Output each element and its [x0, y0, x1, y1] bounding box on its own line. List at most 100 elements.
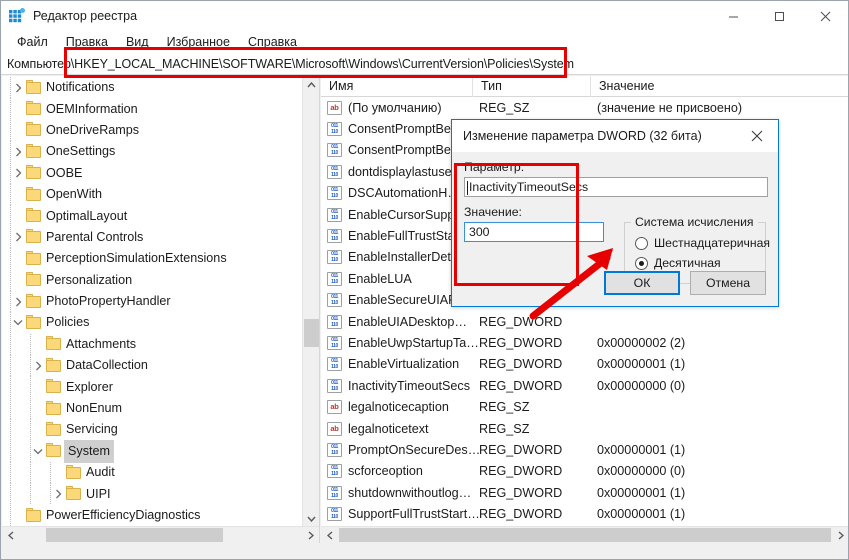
tree-item-label: OneDriveRamps	[46, 122, 140, 137]
tree-item-powerefficiencydiagnostics[interactable]: PowerEfficiencyDiagnostics	[2, 504, 302, 527]
registry-value-row[interactable]: EnableUwpStartupTa…REG_DWORD 0x00000002 (…	[321, 332, 848, 353]
tree-item-photopropertyhandler[interactable]: PhotoPropertyHandler	[2, 290, 302, 313]
list-hscroll-thumb[interactable]	[339, 528, 831, 542]
tree-scroll-thumb[interactable]	[304, 319, 319, 347]
tree-no-chevron	[50, 462, 66, 483]
value-data-cell: 0x00000001 (1)	[597, 485, 686, 500]
tree-item-policies[interactable]: Policies	[2, 312, 302, 334]
registry-tree-pane: Notifications OEMInformation OneDriveRamps…	[2, 76, 320, 543]
tree-horizontal-scrollbar[interactable]	[2, 526, 319, 543]
minimize-button[interactable]	[710, 1, 756, 31]
radio-hexadecimal[interactable]: Шестнадцатеричная	[635, 233, 770, 253]
maximize-button[interactable]	[756, 1, 802, 31]
menu-item-edit[interactable]: Правка	[57, 33, 117, 51]
edit-dword-dialog: Изменение параметра DWORD (32 бита) Пара…	[451, 119, 779, 307]
registry-value-row[interactable]: InactivityTimeoutSecs REG_DWORD 0x00000000…	[321, 375, 848, 396]
list-scroll-right-icon[interactable]	[832, 527, 848, 543]
registry-value-row[interactable]: (По умолчанию) REG_SZ (значение не присвое…	[321, 97, 848, 118]
tree-guide-line	[10, 440, 11, 463]
tree-item-datacollection[interactable]: DataCollection	[2, 355, 302, 377]
registry-value-row[interactable]: EnableVirtualization REG_DWORD 0x00000001 …	[321, 354, 848, 375]
value-name-cell: legalnoticecaption	[348, 400, 449, 415]
value-data-cell: 0x00000001 (1)	[597, 442, 686, 457]
list-scroll-left-icon[interactable]	[321, 527, 338, 543]
chevron-right-icon[interactable]	[10, 291, 26, 312]
chevron-right-icon[interactable]	[30, 355, 46, 376]
tree-item-explorer[interactable]: Explorer	[2, 376, 302, 398]
registry-value-row[interactable]: shutdownwithoutlog… REG_DWORD 0x00000001 (…	[321, 482, 848, 503]
menu-item-favorites[interactable]: Избранное	[158, 33, 239, 51]
radio-decimal[interactable]: Десятичная	[635, 253, 765, 273]
tree-item-openwith[interactable]: OpenWith	[2, 183, 302, 206]
radio-dec-label: Десятичная	[654, 256, 721, 270]
folder-icon	[26, 143, 41, 158]
chevron-right-icon[interactable]	[10, 141, 26, 162]
scroll-down-icon[interactable]	[303, 510, 319, 527]
tree-item-parental-controls[interactable]: Parental Controls	[2, 226, 302, 249]
value-data-cell: (значение не присвоено)	[597, 100, 743, 115]
chevron-right-icon[interactable]	[50, 484, 66, 505]
value-data-cell: 0x00000002 (2)	[597, 335, 686, 350]
registry-value-row[interactable]: SupportFullTrustStart…REG_DWORD 0x0000000…	[321, 503, 848, 524]
menu-item-view[interactable]: Вид	[117, 33, 158, 51]
tree-item-oobe[interactable]: OOBE	[2, 162, 302, 184]
param-name-label: Параметр:	[464, 160, 525, 174]
tree-guide-line	[10, 419, 11, 441]
list-horizontal-scrollbar[interactable]	[321, 526, 848, 543]
tree-item-personalization[interactable]: Personalization	[2, 269, 302, 291]
value-type-cell: REG_SZ	[479, 421, 530, 436]
chevron-right-icon[interactable]	[10, 77, 26, 98]
tree-item-onesettings[interactable]: OneSettings	[2, 141, 302, 163]
registry-value-row[interactable]: legalnoticetext REG_SZ	[321, 418, 848, 439]
scroll-up-icon[interactable]	[303, 76, 319, 93]
tree-item-oeminformation[interactable]: OEMInformation	[2, 98, 302, 120]
scroll-left-icon[interactable]	[2, 527, 19, 543]
menu-item-file[interactable]: Файл	[8, 33, 57, 51]
tree-item-attachments[interactable]: Attachments	[2, 333, 302, 356]
tree-item-optimallayout[interactable]: OptimalLayout	[2, 205, 302, 227]
chevron-down-icon[interactable]	[30, 441, 46, 462]
chevron-right-icon[interactable]	[10, 163, 26, 184]
tree-guide-line	[10, 183, 11, 206]
value-input[interactable]: 300	[464, 222, 604, 242]
tree-no-chevron	[30, 334, 46, 355]
folder-icon	[26, 165, 41, 180]
tree-vertical-scrollbar[interactable]	[302, 76, 319, 527]
tree-item-servicing[interactable]: Servicing	[2, 419, 302, 441]
column-header-name[interactable]: Имя	[321, 76, 473, 97]
tree-item-label: Parental Controls	[46, 229, 144, 244]
dialog-close-icon[interactable]	[736, 121, 778, 152]
tree-item-system[interactable]: System	[2, 439, 302, 463]
tree-guide-line	[10, 483, 11, 505]
address-bar[interactable]: Компьютер\HKEY_LOCAL_MACHINE\SOFTWARE\Mi…	[1, 53, 848, 75]
menu-item-help[interactable]: Справка	[239, 33, 306, 51]
tree-item-label: Explorer	[66, 379, 113, 394]
registry-value-row[interactable]: PromptOnSecureDes…REG_DWORD 0x00000001 (1…	[321, 439, 848, 460]
scroll-right-icon[interactable]	[302, 527, 319, 543]
close-button[interactable]	[802, 1, 848, 31]
tree-item-nonenum[interactable]: NonEnum	[2, 397, 302, 420]
reg-dword-icon	[327, 229, 342, 244]
tree-item-perceptionsimulationextensions[interactable]: PerceptionSimulationExtensions	[2, 248, 302, 270]
tree-guide-line	[10, 77, 11, 99]
param-name-input[interactable]: InactivityTimeoutSecs	[464, 177, 768, 197]
tree-guide-line	[10, 248, 11, 270]
registry-value-row[interactable]: scforceoption REG_DWORD 0x00000000 (0)	[321, 461, 848, 482]
chevron-right-icon[interactable]	[10, 227, 26, 248]
registry-value-row[interactable]: EnableUIADesktop… REG_DWORD	[321, 311, 848, 332]
cancel-button[interactable]: Отмена	[690, 271, 766, 295]
tree-guide-line	[10, 141, 11, 163]
tree-item-uipi[interactable]: UIPI	[2, 483, 302, 505]
reg-dword-icon	[327, 464, 342, 479]
tree-item-label: Servicing	[66, 422, 118, 437]
tree-no-chevron	[10, 99, 26, 120]
tree-item-audit[interactable]: Audit	[2, 462, 302, 484]
column-header-value[interactable]: Значение	[591, 76, 848, 97]
ok-button[interactable]: ОК	[604, 271, 680, 295]
tree-item-onedriveramps[interactable]: OneDriveRamps	[2, 119, 302, 142]
tree-item-notifications[interactable]: Notifications	[2, 77, 302, 99]
tree-hscroll-thumb[interactable]	[46, 528, 223, 542]
column-header-type[interactable]: Тип	[473, 76, 591, 97]
registry-value-row[interactable]: legalnoticecaption REG_SZ	[321, 396, 848, 417]
chevron-down-icon[interactable]	[10, 312, 26, 333]
